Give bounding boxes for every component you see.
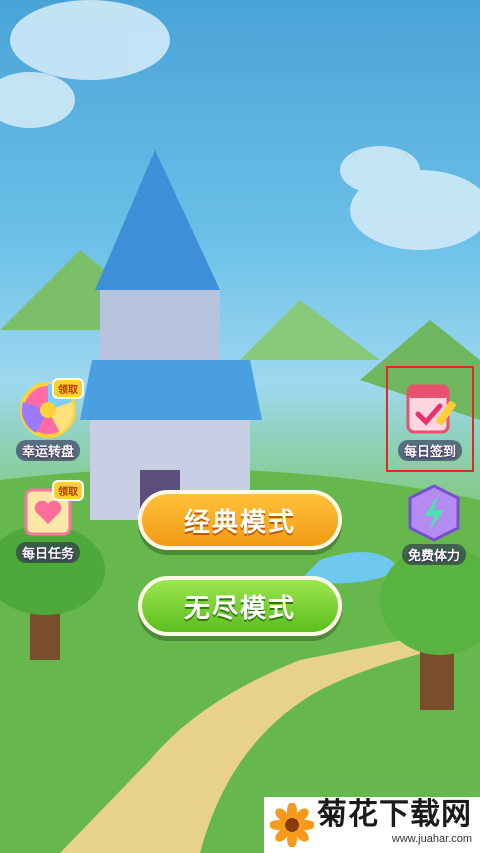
daily-checkin-button[interactable]: 每日签到 — [392, 380, 468, 461]
tasks-label: 每日任务 — [15, 542, 80, 563]
tasks-badge: 领取 — [52, 480, 84, 501]
calendar-check-icon — [406, 384, 456, 434]
classic-mode-button[interactable]: 经典模式 — [138, 490, 342, 550]
free-energy-button[interactable]: 免费体力 — [396, 484, 472, 565]
site-watermark: 菊花下载网 www.juahar.com — [264, 797, 480, 853]
endless-mode-button[interactable]: 无尽模式 — [138, 576, 342, 636]
lucky-wheel-button[interactable]: 领取 幸运转盘 — [10, 378, 86, 461]
endless-mode-label: 无尽模式 — [183, 593, 296, 624]
daily-tasks-button[interactable]: 领取 每日任务 — [10, 480, 86, 563]
energy-lightning-icon — [408, 484, 460, 542]
flower-logo-icon — [270, 803, 314, 847]
wheel-label: 幸运转盘 — [15, 440, 80, 461]
classic-mode-label: 经典模式 — [183, 507, 296, 538]
wheel-badge: 领取 — [52, 378, 84, 399]
checkin-label: 每日签到 — [397, 440, 462, 461]
energy-label: 免费体力 — [401, 544, 466, 565]
